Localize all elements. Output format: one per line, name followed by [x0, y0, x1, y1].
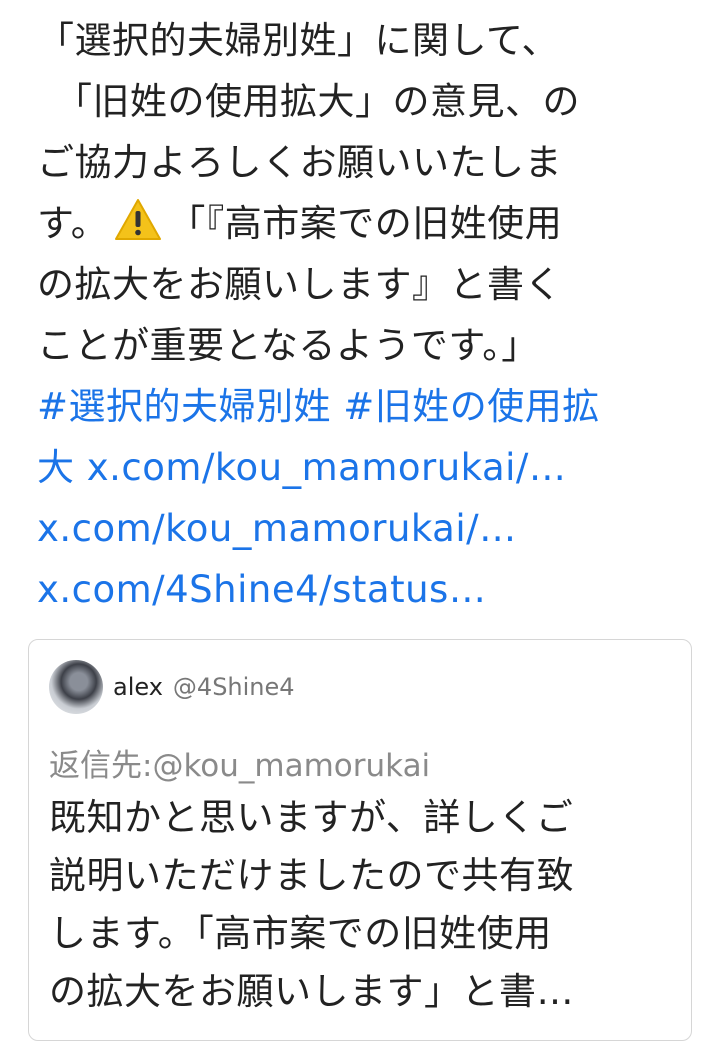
quoted-line: の拡大をお願いします」と書… [49, 970, 574, 1013]
url-link[interactable]: x.com/4Shine4/status… [37, 568, 486, 611]
quoted-tweet-card[interactable]: alex @4Shine4 返信先:@kou_mamorukai 既知かと思いま… [28, 639, 692, 1041]
url-link[interactable]: x.com/kou_mamorukai/… [37, 507, 517, 550]
hashtag-link-continued[interactable]: 大 [37, 446, 75, 489]
quoted-tweet-header: alex @4Shine4 [49, 660, 295, 714]
tweet-line: ご協力よろしくお願いいたしま [37, 141, 562, 184]
quoted-line: 既知かと思いますが、詳しくご [49, 796, 574, 839]
url-link[interactable]: x.com/kou_mamorukai/… [87, 446, 567, 489]
tweet-line: ことが重要となるようです。」 [37, 324, 539, 367]
avatar[interactable] [49, 660, 103, 714]
hashtag-line: #選択的夫婦別姓 #旧姓の使用拡 [37, 376, 687, 437]
tweet-line: 「『高市案での旧姓使用 [168, 202, 563, 245]
quoted-tweet-text: 既知かと思いますが、詳しくご 説明いただけましたので共有致 します。「高市案での… [49, 789, 679, 1021]
tweet-line-with-warning: す。 「『高市案での旧姓使用 [37, 193, 687, 254]
quoted-line: 説明いただけましたので共有致 [49, 854, 574, 897]
tweet-text: 「選択的夫婦別姓」に関して、 「旧姓の使用拡大」の意見、の ご協力よろしくお願い… [37, 10, 687, 620]
link-line: x.com/kou_mamorukai/… [37, 498, 687, 559]
link-line: x.com/4Shine4/status… [37, 559, 687, 620]
author-name[interactable]: alex [113, 673, 163, 701]
tweet-line: す。 [37, 202, 109, 245]
hashtag-line: 大 x.com/kou_mamorukai/… [37, 437, 687, 498]
warning-icon [114, 198, 162, 242]
reply-to-label: 返信先:@kou_mamorukai [49, 748, 431, 784]
hashtag-link[interactable]: #選択的夫婦別姓 [37, 385, 331, 428]
hashtag-link[interactable]: #旧姓の使用拡 [343, 385, 600, 428]
quoted-line: します。「高市案での旧姓使用 [49, 912, 552, 955]
author-handle[interactable]: @4Shine4 [173, 673, 295, 701]
tweet-line: 「選択的夫婦別姓」に関して、 [37, 19, 560, 62]
tweet-line: の拡大をお願いします』と書く [37, 263, 562, 306]
tweet-line: 「旧姓の使用拡大」の意見、の [55, 80, 580, 123]
